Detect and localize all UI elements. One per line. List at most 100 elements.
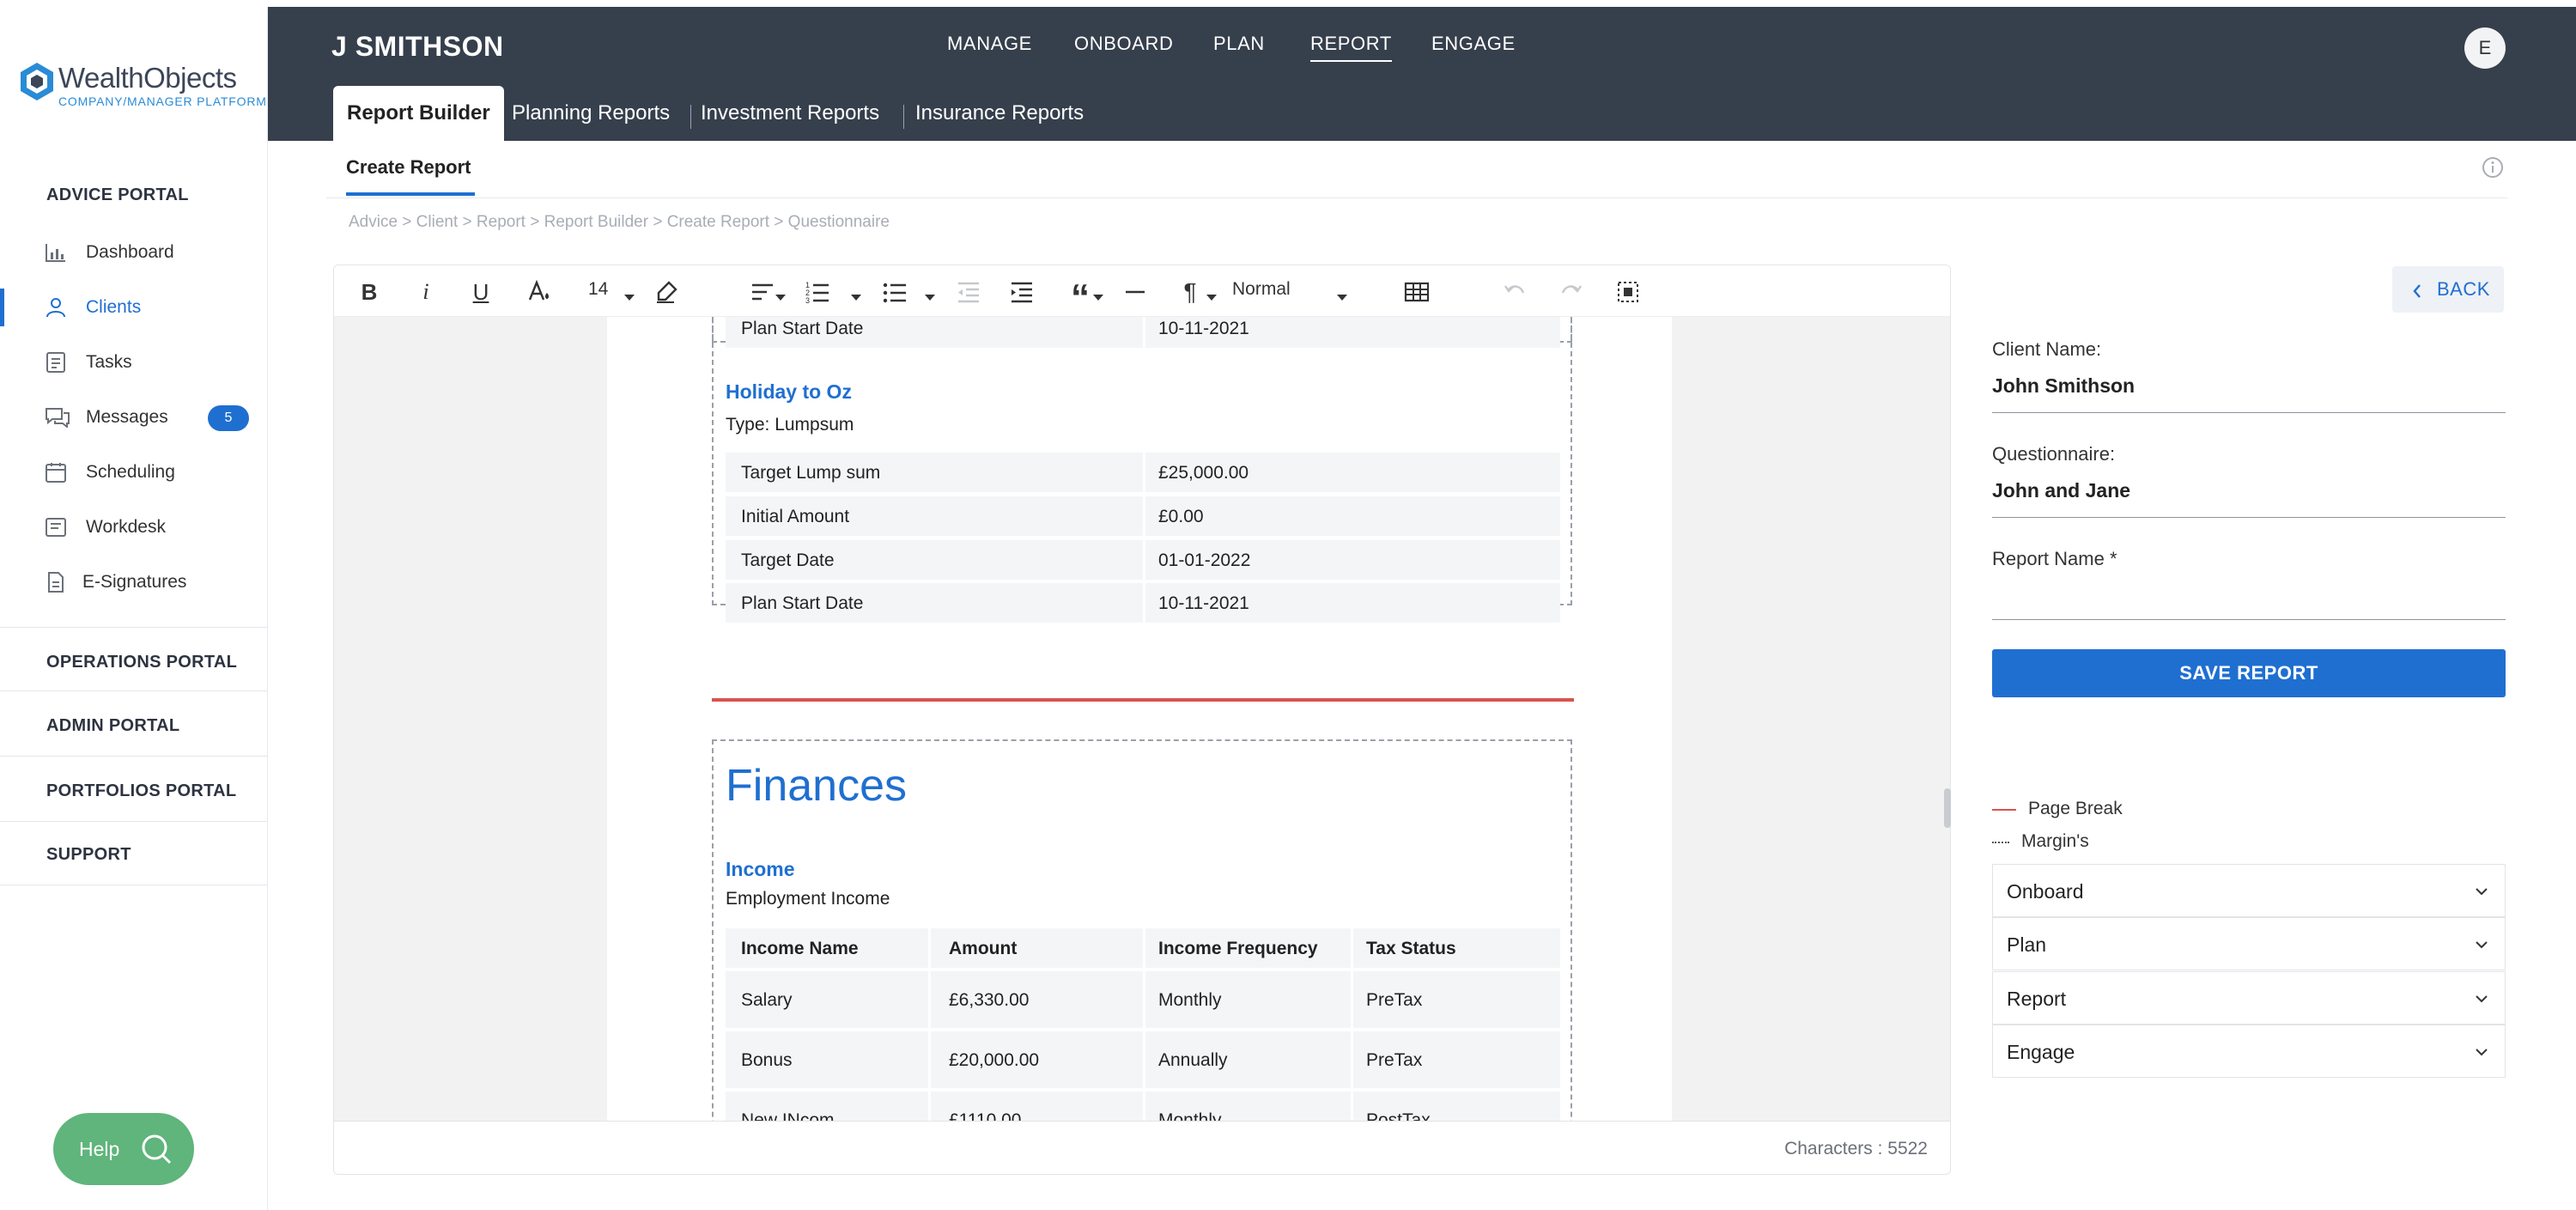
chevron-left-icon	[2411, 282, 2423, 298]
table-row: Target Date 01-01-2022	[726, 540, 1560, 580]
indent-button[interactable]	[1007, 277, 1036, 307]
chevron-down-icon	[2474, 884, 2489, 899]
editor-resize-handle[interactable]	[1944, 788, 1951, 828]
portfolios-portal-link[interactable]: PORTFOLIOS PORTAL	[46, 781, 236, 801]
bullet-list-icon	[883, 283, 906, 303]
sidebar-item-scheduling[interactable]: Scheduling	[0, 448, 267, 496]
cell-separator	[928, 928, 931, 968]
sidebar-item-e-signatures[interactable]: E-Signatures	[0, 558, 267, 606]
table-row: Initial Amount £0.00	[726, 496, 1560, 536]
sidebar-item-label: Dashboard	[86, 242, 174, 262]
logo-name: WealthObjects	[58, 62, 237, 94]
bold-button[interactable]: B	[355, 277, 384, 307]
nav-engage[interactable]: ENGAGE	[1431, 33, 1516, 55]
save-report-button[interactable]: SAVE REPORT	[1992, 649, 2506, 697]
logo-subtitle: COMPANY/MANAGER PLATFORM	[58, 94, 267, 108]
client-title: J SMITHSON	[331, 31, 504, 62]
highlight-button[interactable]	[652, 277, 681, 307]
sidebar: WealthObjects COMPANY/MANAGER PLATFORM A…	[0, 7, 268, 1210]
bullet-list-button[interactable]	[880, 277, 909, 307]
nav-onboard[interactable]: ONBOARD	[1074, 33, 1173, 55]
editor-statusbar: Characters : 5522	[334, 1121, 1950, 1174]
advice-portal-heading[interactable]: ADVICE PORTAL	[46, 185, 189, 205]
logo-hexagon-icon	[19, 62, 55, 101]
paragraph-style-select[interactable]: Normal	[1232, 279, 1291, 300]
paragraph-format-button[interactable]: ¶	[1176, 277, 1205, 307]
horizontal-line-button[interactable]	[1121, 277, 1150, 307]
sidebar-item-messages[interactable]: Messages 5	[0, 393, 267, 441]
report-page[interactable]: Plan Start Date 10-11-2021 Holiday to Oz…	[607, 317, 1672, 1121]
row-value: 01-01-2022	[1158, 550, 1251, 570]
chat-icon	[45, 407, 70, 429]
table-cell: £1110.00	[949, 1110, 1022, 1121]
ordered-list-icon: 123	[805, 281, 829, 305]
tab-investment-reports[interactable]: Investment Reports	[701, 86, 879, 141]
table-cell: New INcom	[741, 1110, 835, 1121]
italic-button[interactable]: i	[411, 277, 440, 307]
font-size-select[interactable]: 14	[588, 279, 608, 300]
back-button[interactable]: BACK	[2392, 266, 2504, 313]
sidebar-item-label: Workdesk	[86, 517, 166, 537]
cell-separator	[1143, 1031, 1145, 1088]
document-icon	[45, 572, 67, 593]
info-icon[interactable]	[2482, 156, 2504, 179]
nav-report[interactable]: REPORT	[1310, 33, 1392, 62]
report-editor: B i U 14 123 “ ¶ Normal Plan Start Date …	[333, 264, 1951, 1175]
logo[interactable]: WealthObjects COMPANY/MANAGER PLATFORM	[19, 62, 267, 108]
blockquote-button[interactable]: “	[1066, 277, 1095, 317]
insert-table-button[interactable]	[1402, 277, 1431, 307]
support-link[interactable]: SUPPORT	[46, 845, 131, 865]
sidebar-item-clients[interactable]: Clients	[0, 283, 267, 331]
help-button[interactable]: Help	[53, 1113, 194, 1185]
accordion-plan[interactable]: Plan	[1992, 917, 2506, 970]
font-color-button[interactable]	[523, 277, 552, 307]
accordion-onboard[interactable]: Onboard	[1992, 864, 2506, 917]
editor-canvas[interactable]: Plan Start Date 10-11-2021 Holiday to Oz…	[334, 317, 1950, 1121]
sidebar-item-label: Clients	[86, 297, 142, 317]
table-cell: PostTax	[1366, 1110, 1431, 1121]
user-avatar[interactable]: E	[2464, 27, 2506, 69]
nav-plan[interactable]: PLAN	[1213, 33, 1265, 55]
sidebar-divider	[0, 756, 267, 757]
accordion-label: Plan	[2007, 933, 2047, 956]
undo-button[interactable]	[1500, 277, 1529, 307]
align-button[interactable]	[748, 277, 777, 307]
page-break-legend-swatch	[1992, 809, 2016, 811]
questionnaire-label: Questionnaire:	[1992, 443, 2116, 465]
font-color-icon	[528, 279, 549, 301]
operations-portal-link[interactable]: OPERATIONS PORTAL	[46, 653, 237, 672]
select-all-icon	[1618, 282, 1638, 302]
outdent-button[interactable]	[954, 277, 983, 307]
table-cell: PreTax	[1366, 990, 1423, 1010]
tab-planning-reports[interactable]: Planning Reports	[512, 86, 670, 141]
tab-separator	[690, 105, 691, 129]
chevron-down-icon	[1206, 295, 1217, 301]
sidebar-divider	[0, 627, 267, 628]
row-label: Plan Start Date	[741, 593, 864, 613]
bar-chart-icon	[45, 242, 67, 263]
redo-button[interactable]	[1557, 277, 1586, 307]
indent-icon	[1012, 282, 1032, 303]
client-name-value: John Smithson	[1992, 374, 2136, 397]
sidebar-item-dashboard[interactable]: Dashboard	[0, 228, 267, 277]
character-count: Characters : 5522	[1784, 1139, 1928, 1158]
nav-manage[interactable]: MANAGE	[947, 33, 1032, 55]
cell-separator	[1143, 583, 1145, 623]
table-header-row: Income Name Amount Income Frequency Tax …	[726, 928, 1560, 968]
sidebar-item-workdesk[interactable]: Workdesk	[0, 503, 267, 551]
sidebar-item-tasks[interactable]: Tasks	[0, 338, 267, 386]
tab-report-builder[interactable]: Report Builder	[333, 86, 504, 141]
tab-insurance-reports[interactable]: Insurance Reports	[915, 86, 1084, 141]
redo-icon	[1561, 285, 1582, 294]
page-title[interactable]: Create Report	[346, 156, 471, 179]
ordered-list-button[interactable]: 123	[803, 277, 832, 307]
back-label: BACK	[2437, 278, 2490, 300]
accordion-report[interactable]: Report	[1992, 971, 2506, 1025]
accordion-engage[interactable]: Engage	[1992, 1025, 2506, 1078]
undo-icon	[1504, 285, 1525, 294]
select-all-button[interactable]	[1613, 277, 1643, 307]
report-name-input[interactable]	[1992, 584, 2506, 620]
admin-portal-link[interactable]: ADMIN PORTAL	[46, 716, 179, 736]
underline-button[interactable]: U	[466, 277, 495, 307]
top-header: J SMITHSON MANAGE ONBOARD PLAN REPORT EN…	[268, 7, 2576, 141]
